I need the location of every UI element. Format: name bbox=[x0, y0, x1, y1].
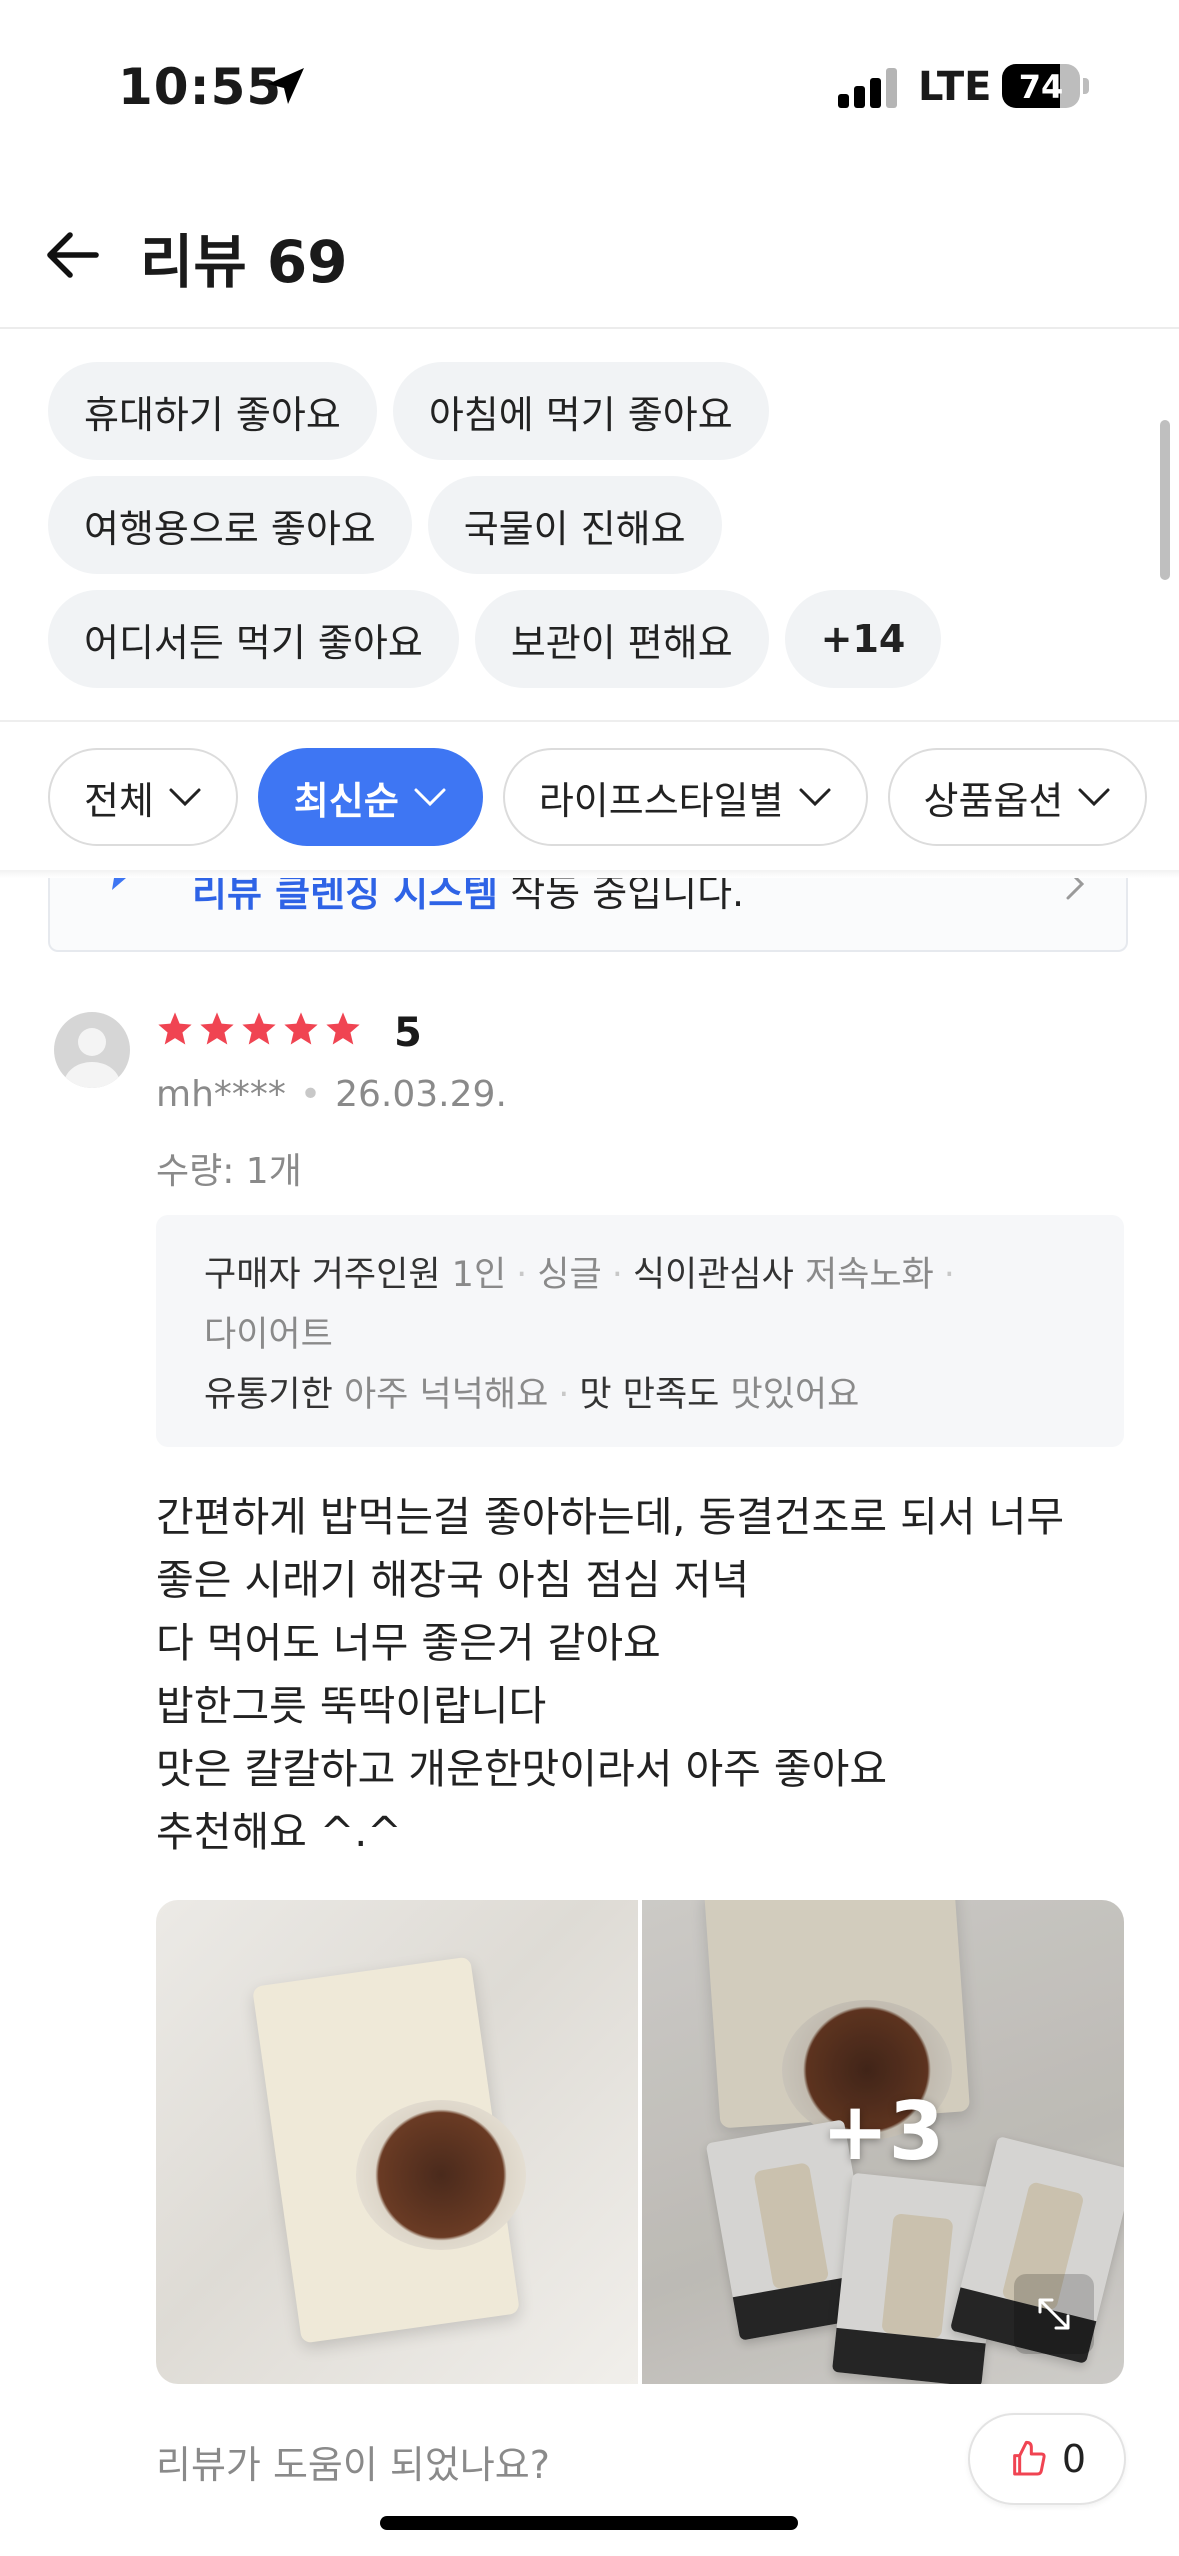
info-line: 유통기한 아주 넉넉해요 · 맛 만족도 맛있어요 bbox=[204, 1375, 860, 1415]
back-arrow-icon[interactable] bbox=[40, 223, 104, 287]
keyword-chip[interactable]: 여행용으로 좋아요 bbox=[48, 476, 412, 574]
review-line: 밥한그릇 뚝딱이랍니다 bbox=[156, 1682, 547, 1730]
page-title: 리뷰 69 bbox=[140, 228, 348, 296]
purchase-quantity: 수량: 1개 bbox=[156, 1151, 302, 1192]
status-bar: 10:55 LTE 74 bbox=[0, 0, 1179, 175]
network-type: LTE bbox=[918, 64, 992, 110]
buyer-info-box: 구매자 거주인원 1인 · 싱글 · 식이관심사 저속노화 · 다이어트 유통기한 아주 … bbox=[156, 1215, 1124, 1447]
keyword-chip[interactable]: 국물이 진해요 bbox=[427, 476, 722, 574]
review-line: 좋은 시래기 해장국 아침 점심 저녁 bbox=[156, 1556, 750, 1604]
battery-level: 74 bbox=[1018, 68, 1064, 106]
home-indicator[interactable] bbox=[380, 2516, 798, 2530]
chevron-down-icon bbox=[799, 788, 831, 807]
battery-tip bbox=[1083, 78, 1089, 94]
battery-icon: 74 bbox=[1002, 64, 1080, 108]
filter-label: 상품옵션 bbox=[923, 778, 1064, 823]
status-time: 10:55 bbox=[118, 58, 283, 116]
filter-lifestyle[interactable]: 라이프스타일별 bbox=[502, 748, 868, 846]
filter-bar: 전체 최신순 라이프스타일별 상품옵션 bbox=[48, 748, 1148, 846]
soup-bowl-image bbox=[356, 2100, 526, 2250]
star-rating bbox=[156, 1010, 362, 1048]
filter-label: 라이프스타일별 bbox=[538, 778, 784, 823]
helpful-like-button[interactable]: 0 bbox=[968, 2413, 1126, 2505]
filter-bar-shadow bbox=[0, 870, 1179, 878]
review-line: 다 먹어도 너무 좋은거 같아요 bbox=[156, 1619, 661, 1667]
star-icon bbox=[242, 1012, 276, 1045]
chevron-down-icon bbox=[169, 788, 201, 807]
filter-all[interactable]: 전체 bbox=[48, 748, 238, 846]
filter-label: 전체 bbox=[84, 778, 154, 823]
keyword-chip[interactable]: 아침에 먹기 좋아요 bbox=[392, 362, 769, 460]
rating-score: 5 bbox=[394, 1010, 422, 1056]
scroll-indicator[interactable] bbox=[1160, 420, 1170, 580]
chip-row: 여행용으로 좋아요 국물이 진해요 bbox=[48, 476, 1158, 574]
review-line: 추천해요 ^.^ bbox=[156, 1808, 402, 1856]
review-body: 간편하게 밥먹는걸 좋아하는데, 동결건조로 되서 너무 좋은 시래기 해장국 … bbox=[156, 1486, 1116, 1864]
filter-label: 최신순 bbox=[293, 778, 399, 823]
expand-photo-button[interactable] bbox=[1014, 2274, 1094, 2354]
like-count: 0 bbox=[1061, 2437, 1087, 2481]
expand-icon bbox=[1038, 2298, 1070, 2330]
more-keywords-chip[interactable]: +14 bbox=[784, 590, 942, 688]
review-meta: mh**** • 26.03.29. bbox=[156, 1074, 507, 1115]
keyword-chip[interactable]: 보관이 편해요 bbox=[474, 590, 769, 688]
review-photo[interactable] bbox=[156, 1900, 638, 2384]
location-arrow-icon bbox=[268, 68, 304, 104]
page-header: 리뷰 69 bbox=[0, 175, 1179, 329]
info-line: 다이어트 bbox=[204, 1315, 333, 1355]
review-line: 맛은 칼칼하고 개운한맛이라서 아주 좋아요 bbox=[156, 1745, 888, 1793]
review-line: 간편하게 밥먹는걸 좋아하는데, 동결건조로 되서 너무 bbox=[156, 1493, 1065, 1541]
user-silhouette-icon bbox=[64, 1028, 120, 1088]
keyword-chip[interactable]: 휴대하기 좋아요 bbox=[48, 362, 377, 460]
star-icon bbox=[284, 1012, 318, 1045]
thumbs-up-icon bbox=[1013, 2440, 1046, 2476]
chevron-down-icon bbox=[414, 788, 446, 807]
star-icon bbox=[200, 1012, 234, 1045]
star-icon bbox=[158, 1012, 192, 1045]
filter-product-option[interactable]: 상품옵션 bbox=[887, 748, 1148, 846]
review-photos: +3 bbox=[156, 1900, 1124, 2384]
chevron-down-icon bbox=[1078, 788, 1110, 807]
signal-icon bbox=[838, 66, 898, 108]
review-date: 26.03.29. bbox=[335, 1074, 507, 1115]
avatar bbox=[54, 1012, 130, 1088]
keyword-chips: 휴대하기 좋아요 아침에 먹기 좋아요 여행용으로 좋아요 국물이 진해요 어디… bbox=[48, 362, 1158, 704]
reviewer-name: mh**** bbox=[156, 1074, 286, 1115]
filter-sort-latest[interactable]: 최신순 bbox=[257, 748, 483, 846]
star-icon bbox=[326, 1012, 360, 1045]
more-photos-count: +3 bbox=[821, 2085, 945, 2178]
review-photo-more[interactable]: +3 bbox=[642, 1900, 1124, 2384]
keyword-chip[interactable]: 어디서든 먹기 좋아요 bbox=[48, 590, 459, 688]
chip-row: 어디서든 먹기 좋아요 보관이 편해요 +14 bbox=[48, 590, 1158, 688]
helpful-question: 리뷰가 도움이 되었나요? bbox=[156, 2443, 550, 2487]
chip-row: 휴대하기 좋아요 아침에 먹기 좋아요 bbox=[48, 362, 1158, 460]
info-line: 구매자 거주인원 1인 · 싱글 · 식이관심사 저속노화 · bbox=[204, 1255, 955, 1295]
